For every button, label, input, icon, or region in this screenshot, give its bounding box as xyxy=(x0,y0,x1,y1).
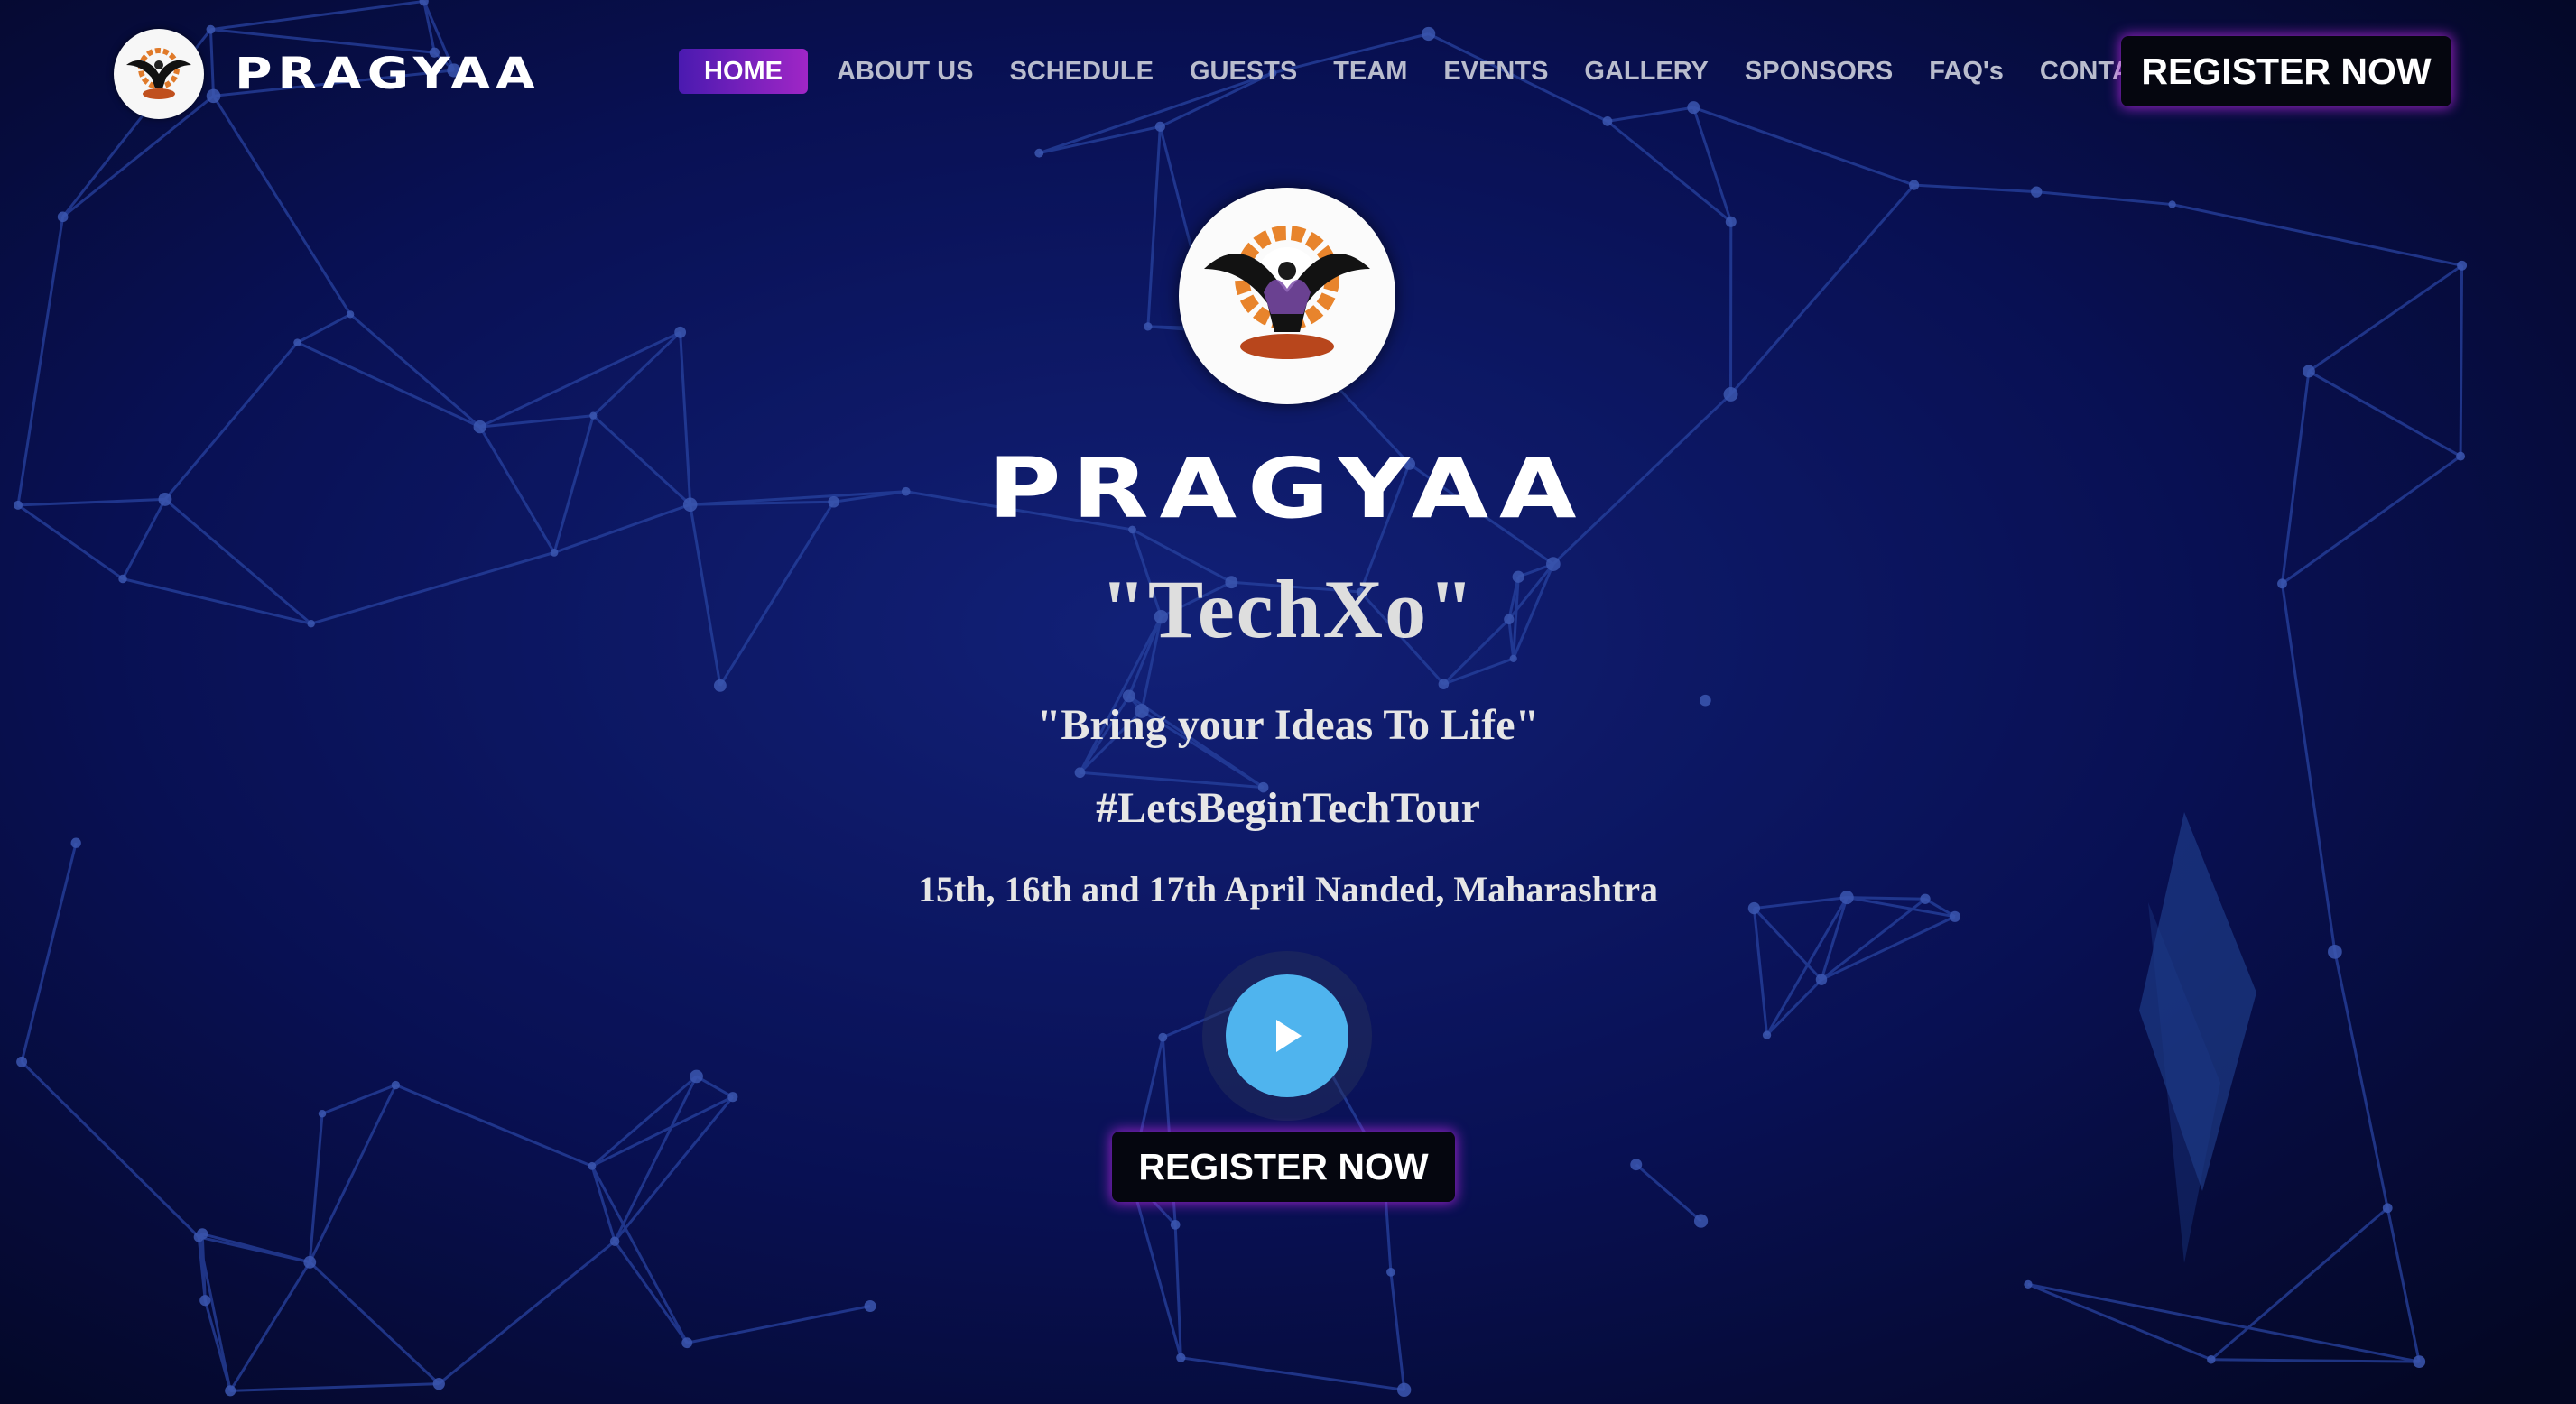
event-date-location: 15th, 16th and 17th April Nanded, Mahara… xyxy=(917,869,1659,910)
hero-logo-emblem-icon xyxy=(1179,188,1395,404)
hero-register-button[interactable]: REGISTER NOW xyxy=(1112,1132,1455,1202)
play-button-circle[interactable] xyxy=(1226,974,1348,1097)
play-video-button[interactable] xyxy=(1202,951,1372,1121)
hero-brand-text: PRAGYAA xyxy=(988,440,1588,537)
event-hashtag: #LetsBeginTechTour xyxy=(1096,784,1480,832)
play-icon xyxy=(1276,1020,1302,1052)
event-tagline: "Bring your Ideas To Life" xyxy=(1036,701,1540,749)
hero-section: PRAGYAA "TechXo" "Bring your Ideas To Li… xyxy=(0,0,2576,1404)
hero-brand-name: PRAGYAA xyxy=(0,440,2576,537)
event-title: "TechXo" xyxy=(1099,563,1477,655)
